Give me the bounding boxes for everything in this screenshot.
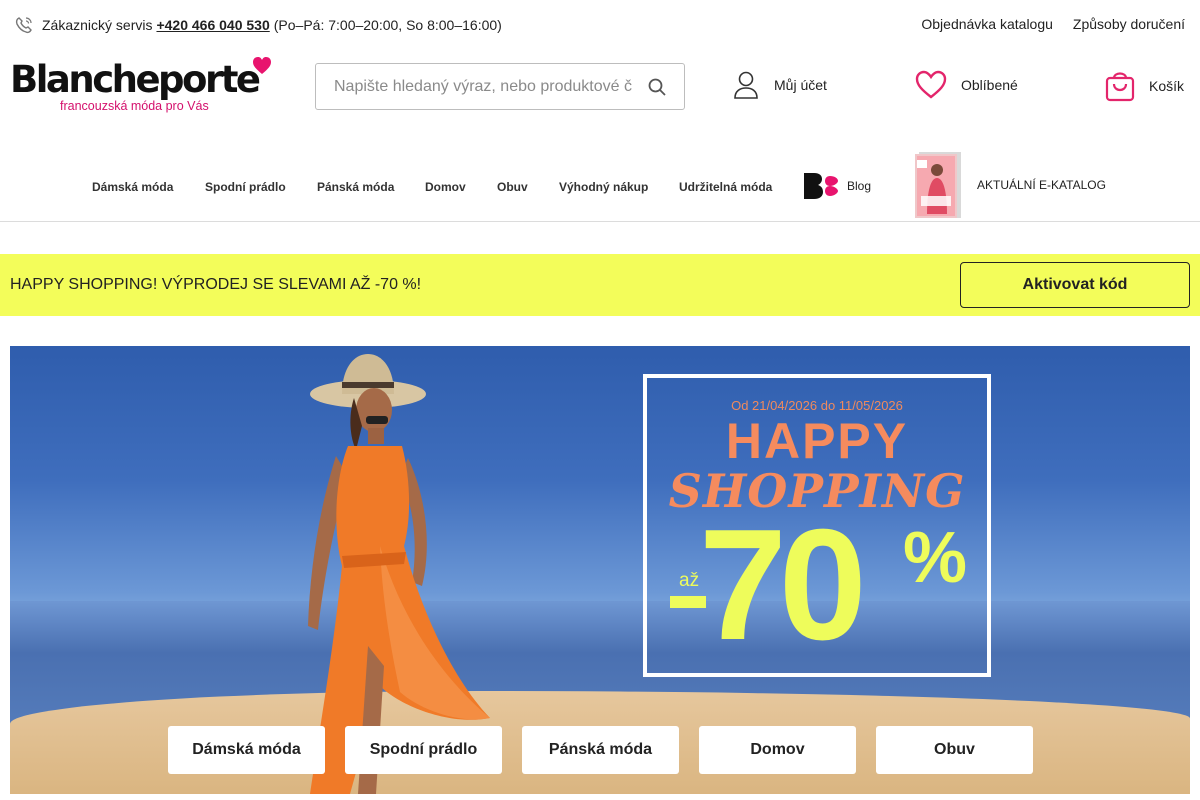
blog-label: Blog — [847, 179, 872, 193]
search-input[interactable] — [334, 76, 634, 98]
catalog-order-link[interactable]: Objednávka katalogu — [921, 16, 1053, 32]
user-icon — [734, 71, 758, 99]
nav-item-sustainable[interactable]: Udržitelná móda — [679, 180, 772, 194]
site-logo[interactable]: Blancheporte francouzská móda pro Vás — [10, 56, 272, 118]
sale-percent: % — [903, 518, 968, 598]
activate-code-button[interactable]: Aktivovat kód — [960, 262, 1190, 308]
phone-icon — [14, 15, 34, 35]
search-icon[interactable] — [648, 78, 666, 96]
favorites-label: Oblíbené — [961, 77, 1018, 93]
service-hours: (Po–Pá: 7:00–20:00, So 8:00–16:00) — [273, 17, 502, 33]
favorites-link[interactable]: Oblíbené — [915, 70, 1018, 100]
nav-item-home[interactable]: Domov — [425, 180, 466, 194]
logo-wordmark: Blancheporte — [10, 58, 261, 101]
catalog-cover-image — [913, 150, 963, 220]
top-bar: Zákaznický servis +420 466 040 530 (Po–P… — [0, 0, 1200, 48]
promo-banner: HAPPY SHOPPING! VÝPRODEJ SE SLEVAMI AŽ -… — [0, 254, 1200, 316]
heart-logo-icon — [253, 57, 271, 74]
service-label: Zákaznický servis — [42, 17, 153, 33]
category-button-womens[interactable]: Dámská móda — [168, 726, 325, 774]
promo-text: HAPPY SHOPPING! VÝPRODEJ SE SLEVAMI AŽ -… — [10, 276, 422, 293]
cart-link[interactable]: Košík — [1105, 70, 1184, 102]
category-button-shoes[interactable]: Obuv — [876, 726, 1033, 774]
nav-item-bargains[interactable]: Výhodný nákup — [559, 180, 648, 194]
nav-item-ecatalog[interactable]: AKTUÁLNÍ E-KATALOG — [913, 150, 1106, 220]
top-links: Objednávka katalogu Způsoby doručení — [921, 16, 1185, 32]
sale-upto: až — [679, 570, 700, 591]
sale-box: Od 21/04/2026 do 11/05/2026 HAPPY SHOPPI… — [643, 374, 991, 677]
heart-icon — [915, 70, 947, 99]
nav-item-shoes[interactable]: Obuv — [497, 180, 528, 194]
logo-tagline: francouzská móda pro Vás — [60, 99, 209, 113]
nav-item-womens[interactable]: Dámská móda — [92, 180, 173, 194]
main-nav: Dámská móda Spodní prádlo Pánská móda Do… — [0, 150, 1200, 222]
category-button-home[interactable]: Domov — [699, 726, 856, 774]
sale-discount: 70 — [699, 497, 867, 673]
cart-icon — [1105, 72, 1135, 102]
sale-dates: Od 21/04/2026 do 11/05/2026 — [731, 398, 903, 413]
sale-title-happy: HAPPY — [725, 413, 909, 469]
customer-service: Zákaznický servis +420 466 040 530 (Po–P… — [14, 15, 502, 35]
search-box — [315, 63, 685, 110]
cart-label: Košík — [1149, 78, 1185, 94]
nav-item-blog[interactable]: Blog — [803, 172, 871, 200]
category-button-mens[interactable]: Pánská móda — [522, 726, 679, 774]
category-button-underwear[interactable]: Spodní prádlo — [345, 726, 502, 774]
ecatalog-label: AKTUÁLNÍ E-KATALOG — [977, 178, 1106, 192]
account-link[interactable]: Můj účet — [732, 70, 827, 100]
hero-banner[interactable]: Od 21/04/2026 do 11/05/2026 HAPPY SHOPPI… — [10, 346, 1190, 794]
nav-item-mens[interactable]: Pánská móda — [317, 180, 394, 194]
delivery-options-link[interactable]: Způsoby doručení — [1073, 16, 1185, 32]
blog-logo-icon — [803, 172, 839, 200]
phone-link[interactable]: +420 466 040 530 — [156, 17, 269, 33]
account-label: Můj účet — [774, 77, 827, 93]
nav-item-underwear[interactable]: Spodní prádlo — [205, 180, 286, 194]
